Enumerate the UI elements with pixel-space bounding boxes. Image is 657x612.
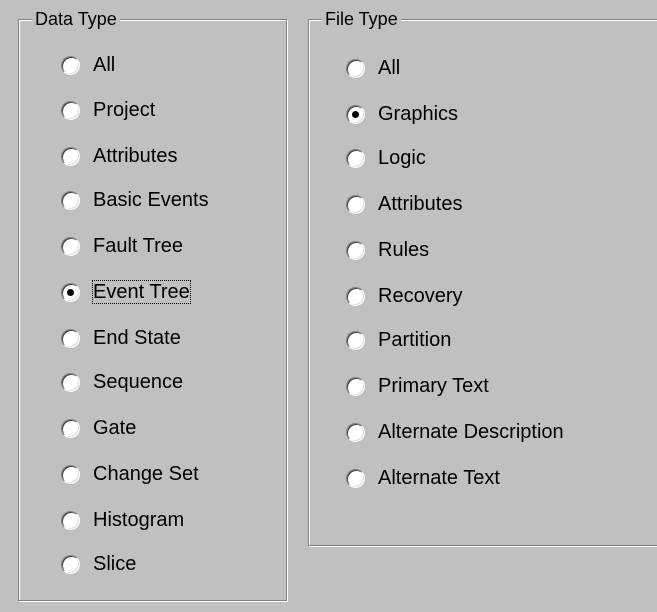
radio-button[interactable] [61,418,80,438]
radio-button[interactable] [61,55,80,75]
radio-button[interactable] [61,510,80,530]
radio-label[interactable]: Attributes [92,144,178,168]
radio-label[interactable]: Fault Tree [92,234,184,258]
data-type-title: Data Type [32,9,120,29]
radio-label[interactable]: Logic [377,146,427,170]
radio-button[interactable] [61,100,80,120]
radio-button[interactable] [346,286,365,306]
radio-button[interactable] [346,376,365,396]
file-type-title: File Type [322,9,401,29]
radio-data-type-histogram[interactable]: Histogram [61,507,185,533]
radio-data-type-sequence[interactable]: Sequence [61,369,184,395]
radio-button[interactable] [346,194,365,214]
radio-button[interactable] [346,468,365,488]
radio-data-type-all[interactable]: All [61,52,116,78]
radio-file-type-graphics[interactable]: Graphics [346,101,459,127]
radio-button[interactable] [61,554,80,574]
radio-label[interactable]: End State [92,326,182,350]
radio-label[interactable]: Event Tree [92,280,191,304]
radio-data-type-basic-events[interactable]: Basic Events [61,187,210,213]
radio-button[interactable] [346,104,365,124]
radio-data-type-change-set[interactable]: Change Set [61,461,200,487]
radio-data-type-end-state[interactable]: End State [61,325,182,351]
radio-label[interactable]: Project [92,98,156,122]
radio-button[interactable] [346,148,365,168]
radio-file-type-alternate-text[interactable]: Alternate Text [346,465,501,491]
radio-button[interactable] [346,422,365,442]
radio-button[interactable] [61,464,80,484]
radio-button[interactable] [61,190,80,210]
radio-label[interactable]: Recovery [377,284,463,308]
radio-label[interactable]: Rules [377,238,430,262]
radio-label[interactable]: Sequence [92,370,184,394]
radio-label[interactable]: Partition [377,328,452,352]
radio-button[interactable] [61,282,80,302]
radio-button[interactable] [61,236,80,256]
radio-file-type-recovery[interactable]: Recovery [346,283,463,309]
radio-button[interactable] [61,146,80,166]
radio-label[interactable]: Slice [92,552,137,576]
radio-label[interactable]: Attributes [377,192,463,216]
radio-label[interactable]: All [377,56,401,80]
radio-file-type-primary-text[interactable]: Primary Text [346,373,490,399]
radio-label[interactable]: Alternate Text [377,466,501,490]
radio-file-type-partition[interactable]: Partition [346,327,452,353]
radio-label[interactable]: Alternate Description [377,420,565,444]
radio-file-type-rules[interactable]: Rules [346,237,430,263]
radio-label[interactable]: Change Set [92,462,200,486]
radio-data-type-gate[interactable]: Gate [61,415,137,441]
radio-file-type-alternate-description[interactable]: Alternate Description [346,419,565,445]
radio-button[interactable] [61,372,80,392]
radio-label[interactable]: Gate [92,416,137,440]
radio-data-type-event-tree[interactable]: Event Tree [61,279,191,305]
radio-file-type-all[interactable]: All [346,55,401,81]
radio-button[interactable] [346,240,365,260]
radio-label[interactable]: Histogram [92,508,185,532]
radio-label[interactable]: Graphics [377,102,459,126]
radio-data-type-project[interactable]: Project [61,97,156,123]
radio-data-type-slice[interactable]: Slice [61,551,137,577]
radio-file-type-attributes[interactable]: Attributes [346,191,463,217]
radio-label[interactable]: Basic Events [92,188,210,212]
radio-button[interactable] [346,330,365,350]
radio-label[interactable]: Primary Text [377,374,490,398]
radio-data-type-attributes[interactable]: Attributes [61,143,178,169]
radio-button[interactable] [61,328,80,348]
radio-file-type-logic[interactable]: Logic [346,145,427,171]
radio-label[interactable]: All [92,53,116,77]
radio-data-type-fault-tree[interactable]: Fault Tree [61,233,184,259]
radio-button[interactable] [346,58,365,78]
